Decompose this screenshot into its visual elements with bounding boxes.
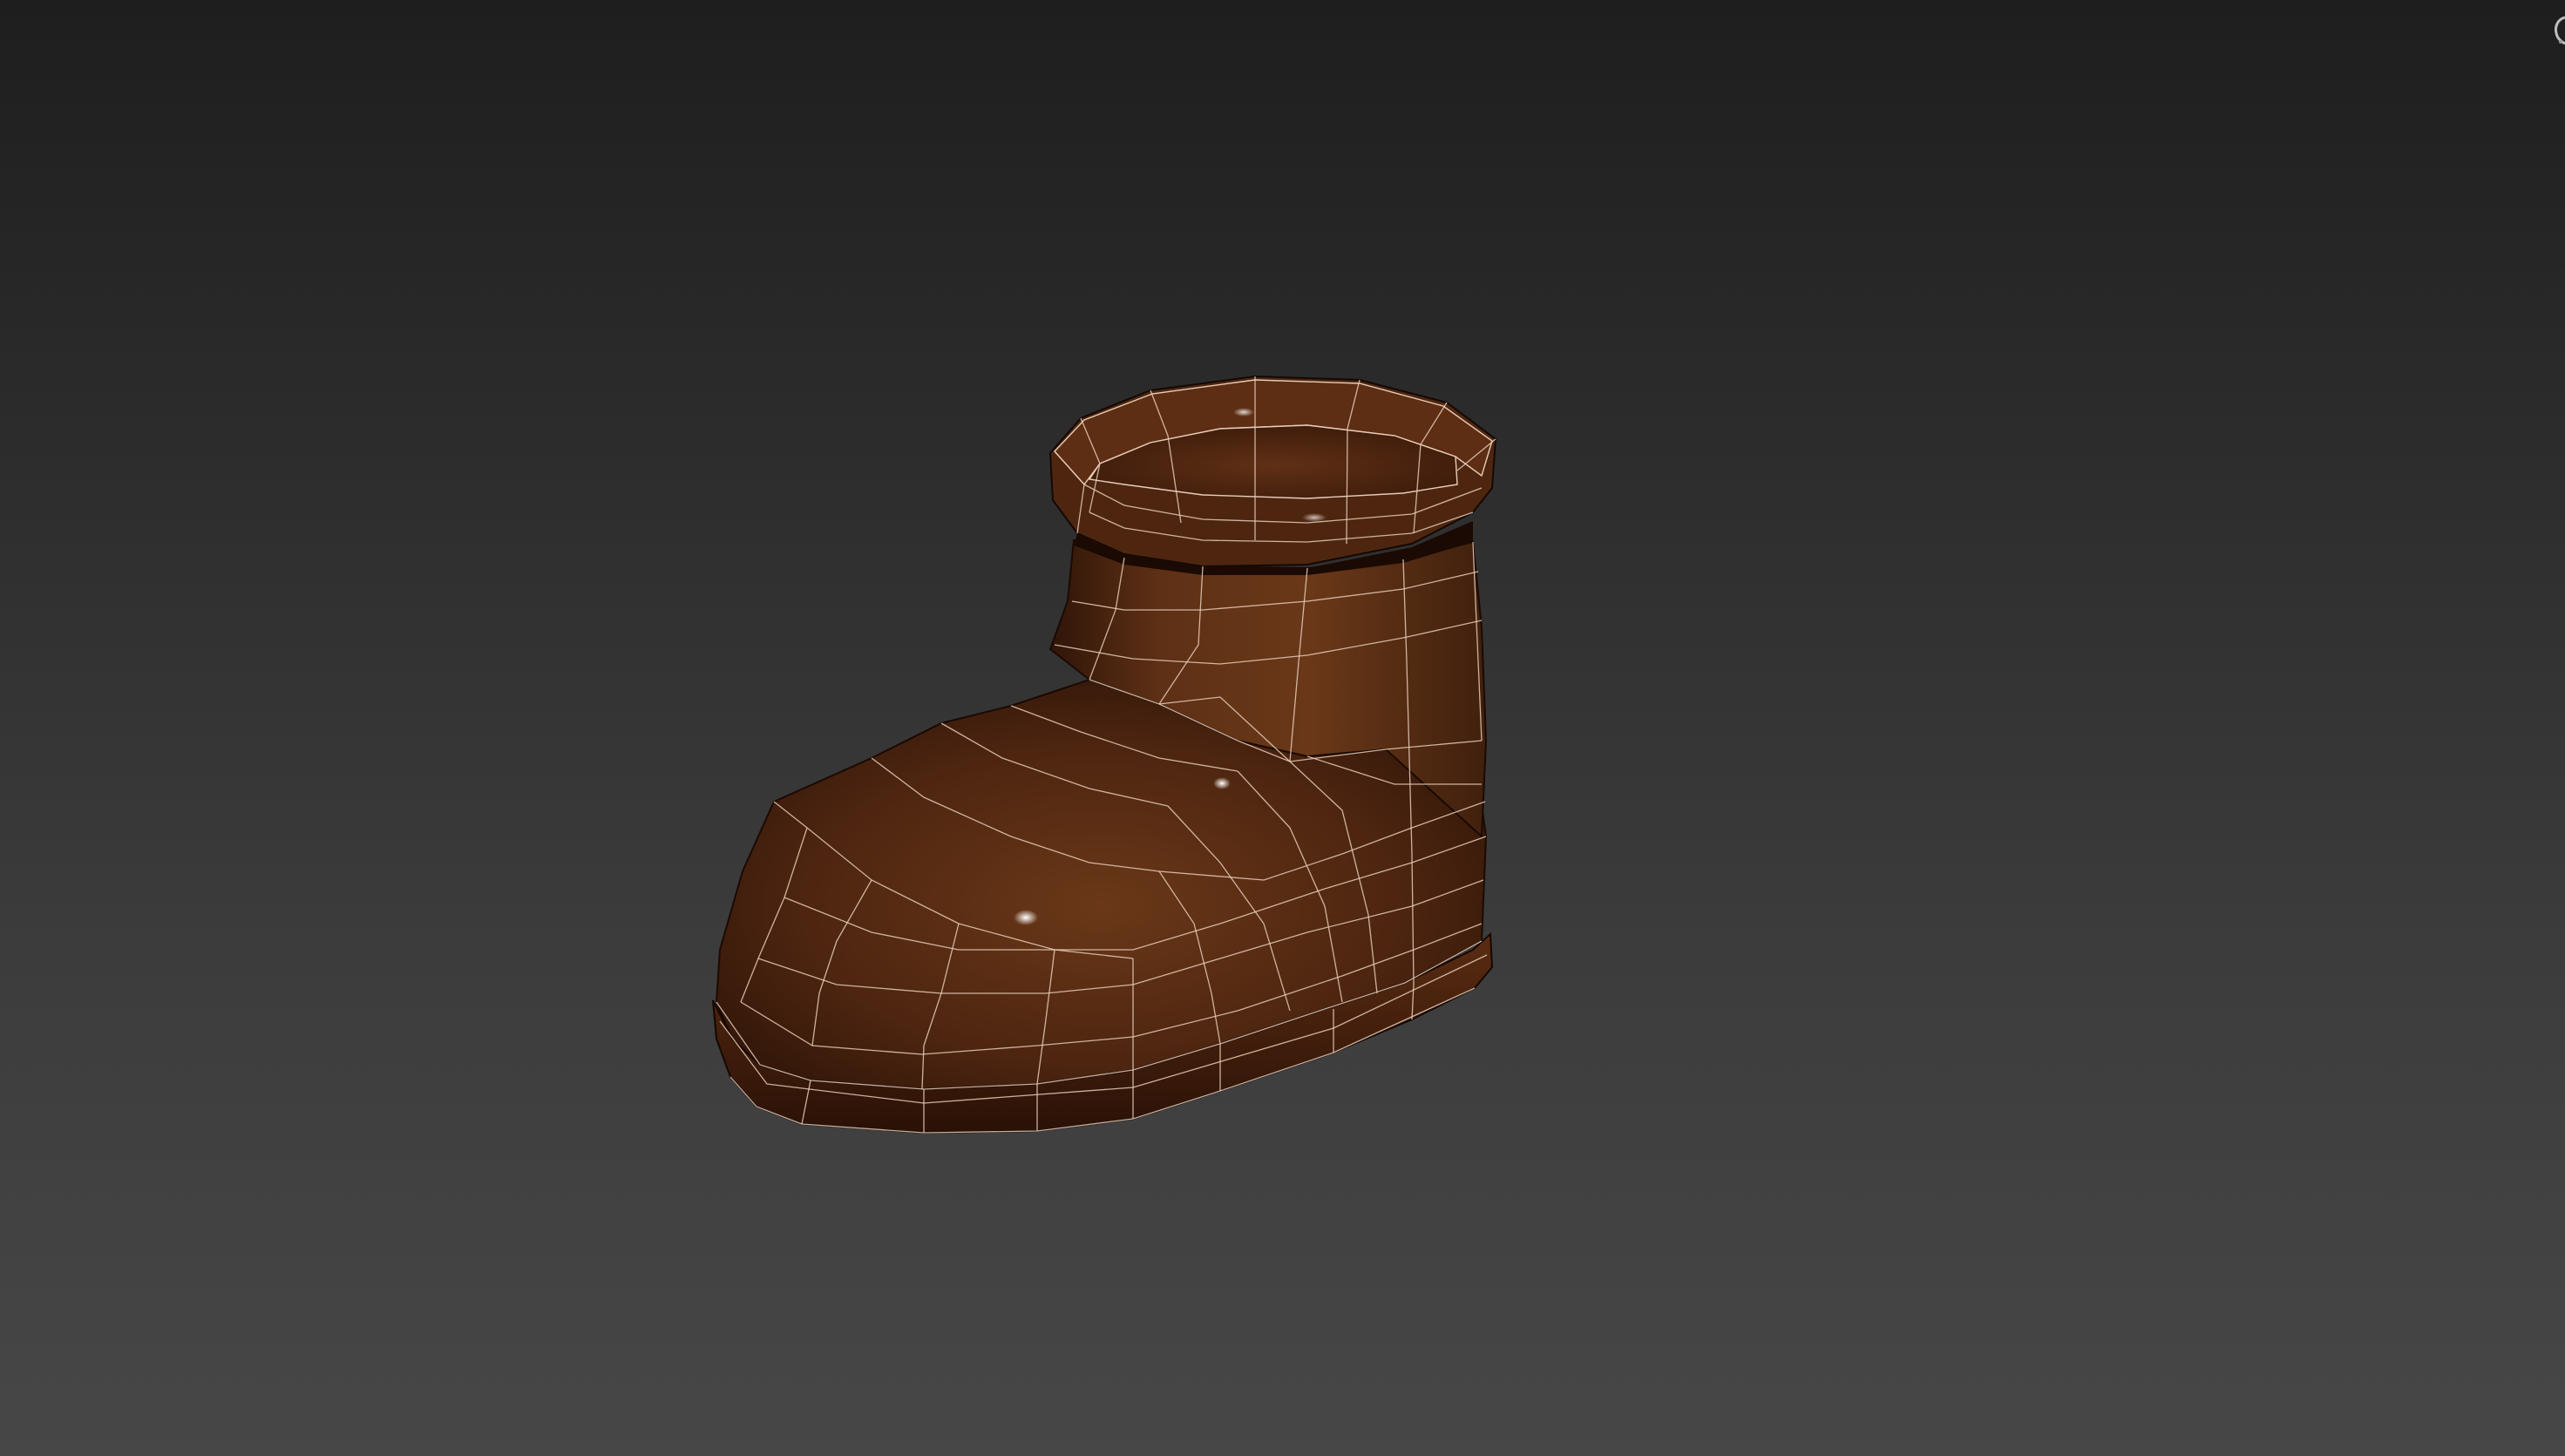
specular-highlight [1213,777,1231,789]
specular-highlight [1014,910,1038,925]
viewport-scene[interactable] [0,0,2565,1456]
boot-model[interactable] [712,375,1497,1134]
viewcube-icon[interactable] [2546,16,2565,45]
specular-highlight [1302,513,1327,522]
3d-viewport[interactable] [0,0,2565,1456]
specular-highlight [1233,408,1254,416]
